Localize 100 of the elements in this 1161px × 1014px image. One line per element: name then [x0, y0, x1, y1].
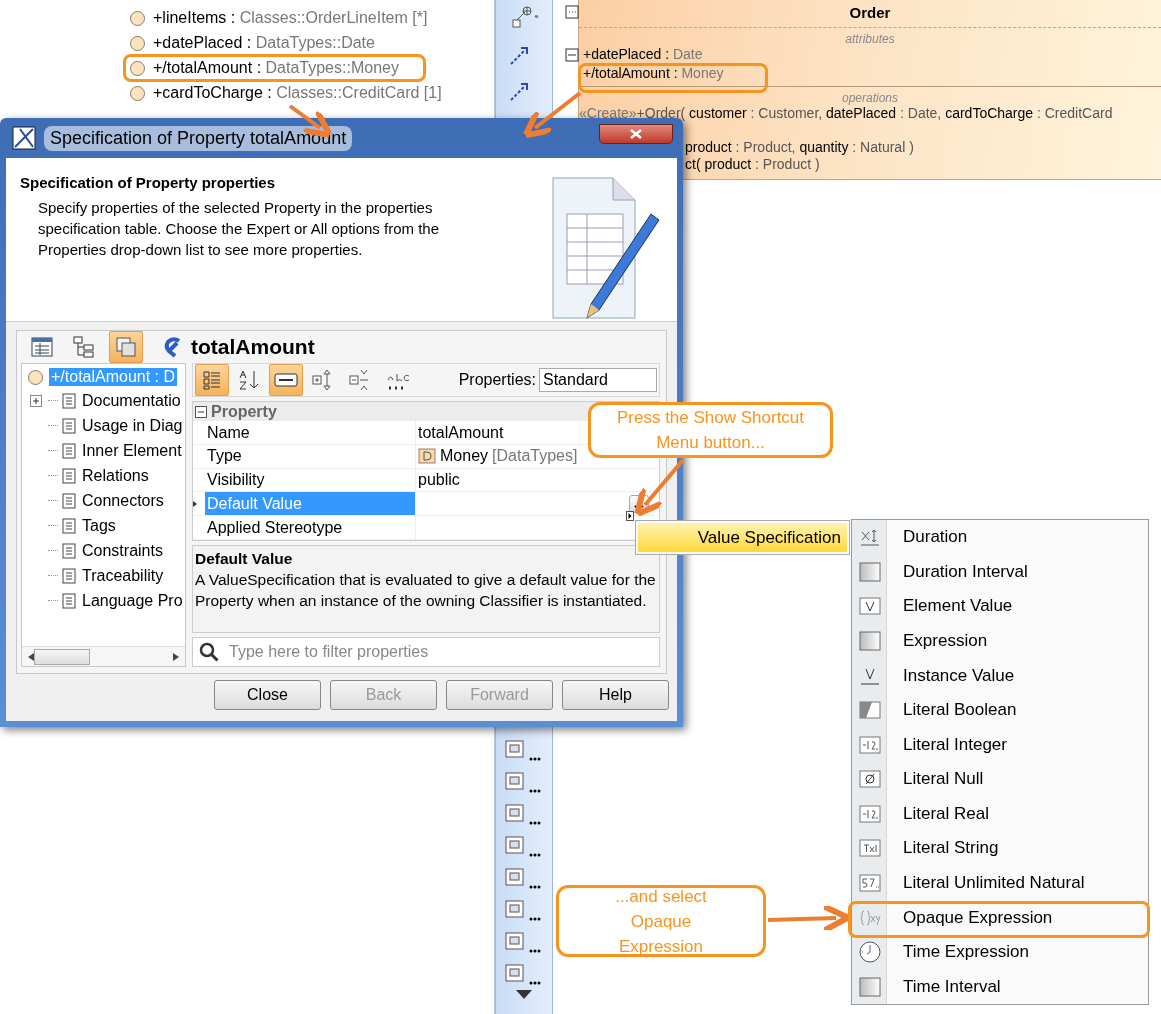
- field-icon: [274, 373, 298, 387]
- document-icon: [62, 392, 76, 409]
- compartment-label: operations: [840, 90, 899, 105]
- operation: «Create»+Order( customer : Customer, datePlaced : Date, cardToCharge : CreditCard: [579, 105, 1114, 122]
- property-name[interactable]: Name: [205, 421, 415, 444]
- element-icon: [503, 897, 527, 921]
- element-icon: [503, 929, 527, 953]
- attribute: +/totalAmount : Money: [582, 65, 724, 83]
- menu-item[interactable]: Instance Value: [887, 665, 1015, 686]
- element-icon: [503, 801, 527, 825]
- tree-item[interactable]: Documentatio: [80, 391, 183, 410]
- menu-item[interactable]: Literal Null: [887, 769, 984, 790]
- clock-icon: [857, 940, 882, 965]
- description-text: A ValueSpecification that is evaluated to give a default value for the Property when an instance of the owning Classifier is instantiated.: [195, 570, 657, 611]
- document-icon: [62, 492, 76, 509]
- more-icon: [529, 917, 541, 921]
- arrow: [634, 458, 685, 518]
- gradient-square-icon: [857, 630, 882, 652]
- horizontal-scrollbar[interactable]: [22, 646, 185, 666]
- operation: ct( product : Product ): [684, 156, 821, 173]
- header-description: Specify properties of the selected Property in the properties specification table. Choose the Expert or All options from the Properties drop-down list to see more properties.: [37, 198, 441, 260]
- element-icon: [503, 769, 527, 793]
- element-type-icon: [163, 336, 183, 358]
- menu-item[interactable]: Element Value: [887, 596, 1013, 617]
- property-name[interactable]: Visibility: [205, 468, 415, 492]
- property-name[interactable]: Type: [205, 444, 415, 468]
- menu-item[interactable]: Literal Unlimited Natural: [887, 873, 1085, 894]
- group-header: Property: [211, 402, 277, 421]
- categorized-list-icon: [201, 369, 223, 391]
- tree-item[interactable]: +cardToCharge : Classes::CreditCard [1]: [130, 83, 442, 103]
- submenu-arrow-button[interactable]: [626, 511, 634, 521]
- search-icon: [199, 642, 219, 662]
- scroll-down-icon[interactable]: [516, 990, 532, 1000]
- expand-icon[interactable]: [30, 394, 42, 407]
- scroll-right-icon: [173, 652, 179, 661]
- attribute: +datePlaced : Date: [582, 46, 703, 64]
- more-icon: [529, 757, 541, 761]
- menu-item[interactable]: Literal Boolean: [887, 700, 1017, 721]
- boolean-icon: [857, 699, 882, 722]
- view-mode-button[interactable]: [109, 331, 143, 363]
- more-icon: [529, 949, 541, 953]
- filter-box[interactable]: Type here to filter properties: [192, 637, 660, 667]
- document-icon: [62, 467, 76, 484]
- menu-item[interactable]: Literal Integer: [887, 734, 1007, 755]
- menu-item[interactable]: Expression: [887, 631, 988, 651]
- gradient-square-icon: [857, 975, 882, 998]
- toolbar-button[interactable]: [269, 364, 303, 396]
- tree-structure-icon: [72, 335, 96, 359]
- number-icon: [857, 802, 882, 825]
- menu-item[interactable]: Literal Real: [887, 803, 989, 824]
- type-qualifier: [DataTypes]: [492, 447, 578, 466]
- compartment-label: attributes: [844, 31, 896, 46]
- more-icon: [529, 853, 541, 857]
- text-icon: [857, 837, 882, 860]
- document-icon: [62, 442, 76, 459]
- property-icon: [130, 85, 145, 101]
- property-icon: [130, 35, 145, 51]
- window-title: Specification of Property totalAmount: [44, 125, 353, 151]
- menu-item[interactable]: Duration Interval: [887, 561, 1028, 582]
- menu-item[interactable]: Value Specification: [638, 523, 847, 552]
- tree-item[interactable]: +lineItems : Classes::OrderLineItem [*]: [130, 8, 428, 28]
- callout: Press the Show Shortcut Menu button...: [588, 402, 833, 458]
- more-icon: [634, 505, 644, 509]
- dialog-button[interactable]: Help: [562, 680, 669, 710]
- variable-icon: [857, 595, 882, 618]
- menu-item[interactable]: Time Expression: [887, 942, 1029, 963]
- number-icon: [857, 872, 882, 895]
- tree-item[interactable]: Relations: [80, 466, 151, 485]
- more-icon: [529, 885, 541, 889]
- menu-item[interactable]: Duration: [887, 527, 968, 548]
- document-icon: [62, 592, 76, 609]
- tree-item[interactable]: +datePlaced : DataTypes::Date: [130, 33, 375, 53]
- tree-item[interactable]: Traceability: [80, 566, 166, 585]
- menu-item[interactable]: Literal String: [887, 838, 999, 859]
- tree-item[interactable]: Usage in Diag: [80, 416, 185, 435]
- tree-item[interactable]: Language Pro: [80, 591, 185, 610]
- more-icon: [529, 789, 541, 793]
- dialog-button[interactable]: Close: [214, 680, 321, 710]
- table-icon: [31, 337, 53, 357]
- layers-icon: [115, 336, 137, 358]
- element-icon: [503, 833, 527, 857]
- property-value: Money: [440, 447, 489, 466]
- document-icon: [62, 517, 76, 534]
- property-icon: [28, 369, 43, 385]
- tree-item[interactable]: Inner Element: [80, 441, 184, 460]
- row-pointer-icon: [193, 500, 197, 507]
- property-icon: [130, 10, 145, 26]
- menu-item[interactable]: Time Interval: [887, 976, 1001, 997]
- tree-item[interactable]: Connectors: [80, 491, 166, 510]
- property-value: public: [418, 471, 460, 490]
- sort-icon: [238, 368, 260, 392]
- property-value: totalAmount: [418, 423, 504, 442]
- properties-dropdown[interactable]: Standard: [539, 368, 657, 392]
- class-name: Order: [579, 0, 1161, 28]
- property-name[interactable]: Applied Stereotype: [205, 516, 415, 540]
- tree-item[interactable]: Constraints: [80, 541, 165, 560]
- tree-item[interactable]: +/totalAmount : DataTypes::Money: [130, 58, 399, 78]
- close-button[interactable]: [599, 124, 673, 144]
- menu-item[interactable]: Opaque Expression: [887, 907, 1053, 928]
- tree-item[interactable]: Tags: [80, 516, 118, 535]
